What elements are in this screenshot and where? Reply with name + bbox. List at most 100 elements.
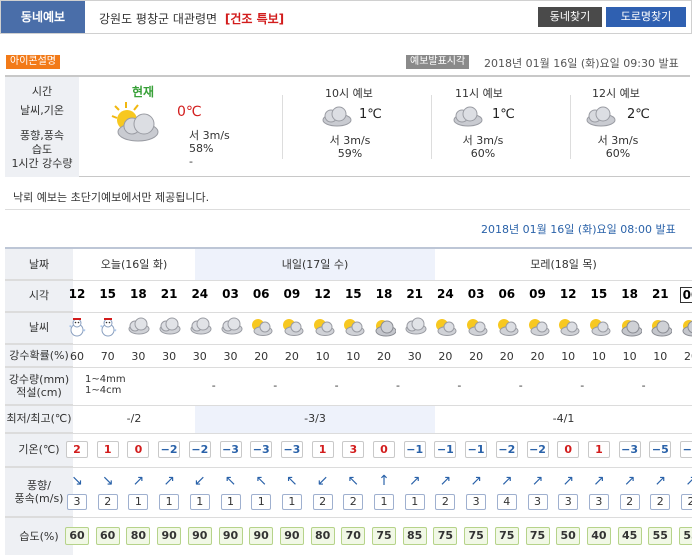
issue-time-label: 예보발표시각 xyxy=(406,55,470,69)
rain-cell: - xyxy=(580,379,585,392)
row-divider xyxy=(5,433,692,434)
rain-cell: - xyxy=(396,379,400,392)
forecast-10-temp: 1℃ xyxy=(359,107,382,122)
current-humidity: 58% xyxy=(189,142,214,155)
current-temp: 0℃ xyxy=(177,104,202,120)
row-label-rain-1: 강수량(mm) xyxy=(8,372,70,386)
snow-icon: * * xyxy=(65,317,89,342)
rain-today: 1~4mm 1~4cm xyxy=(85,374,126,396)
temp-cell: −3 xyxy=(219,441,242,458)
wind-speed-cell: 1 xyxy=(159,494,180,510)
temp-cell: −2 xyxy=(158,441,181,458)
current-panel: 시간 날씨,기온 풍향,풍속 습도 1시간 강수량 현재 0℃ 서 3m/s 5… xyxy=(5,75,690,177)
time-cell: 06 xyxy=(252,287,270,301)
humidity-cell: 60 xyxy=(95,527,120,545)
pop-cell: 10 xyxy=(561,350,576,363)
temp-cell: −1 xyxy=(465,441,488,458)
temp-cell: −1 xyxy=(403,441,426,458)
row-label-weather: 날씨 xyxy=(5,312,73,344)
rain-cell: - xyxy=(457,379,462,392)
humidity-cell: 50 xyxy=(556,527,581,545)
wind-speed-cell: 1 xyxy=(220,494,241,510)
lightning-note: 낙뢰 예보는 초단기예보에서만 제공됩니다. xyxy=(13,191,210,204)
temp-cell: −3 xyxy=(250,441,273,458)
temp-cell: 0 xyxy=(557,441,580,458)
rain-cell: - xyxy=(334,379,339,392)
time-cell: 09 xyxy=(529,287,546,301)
minmax-after: -4/1 xyxy=(552,412,575,425)
pop-cell: 20 xyxy=(438,350,453,363)
time-cell: 24 xyxy=(191,287,209,301)
current-details: 서 3m/s 58% - xyxy=(189,129,230,168)
forecast-10-details: 서 3m/s 59% xyxy=(320,134,380,160)
current-rain: - xyxy=(189,155,193,168)
minmax-today: -/2 xyxy=(126,412,142,425)
wind-arrow-icon: ↖ xyxy=(347,473,360,489)
wind-arrow-icon: ↗ xyxy=(562,473,575,489)
humidity-cell: 75 xyxy=(494,527,519,545)
humidity-cell: 70 xyxy=(341,527,366,545)
wind-speed-cell: 2 xyxy=(619,494,640,510)
row-label-date: 날짜 xyxy=(5,249,73,280)
temp-cell: −2 xyxy=(526,441,549,458)
temp-cell: −3 xyxy=(618,441,641,458)
humidity-cell: 40 xyxy=(586,527,611,545)
wind-speed-cell: 1 xyxy=(251,494,272,510)
label-rain-1h: 1시간 강수량 xyxy=(11,157,73,170)
mostly-cloudy-icon xyxy=(526,317,550,340)
humidity-cell: 75 xyxy=(433,527,458,545)
mostly-cloudy-icon xyxy=(433,317,457,340)
separator xyxy=(431,95,432,159)
wind-speed-cell: 1 xyxy=(189,494,210,510)
time-cell: 18 xyxy=(375,287,393,301)
wind-speed-cell: 2 xyxy=(312,494,333,510)
pop-cell: 20 xyxy=(284,350,299,363)
row-divider xyxy=(5,344,692,345)
humidity-cell: 90 xyxy=(249,527,274,545)
time-cell: 15 xyxy=(344,287,362,301)
temp-cell: 3 xyxy=(342,441,365,458)
pop-cell: 30 xyxy=(223,350,238,363)
cloudy-icon xyxy=(188,317,212,338)
icon-legend-button[interactable]: 아이콘설명 xyxy=(6,55,60,69)
pop-cell: 10 xyxy=(591,350,606,363)
pop-cell: 10 xyxy=(346,350,361,363)
pop-cell: 20 xyxy=(254,350,269,363)
label-humidity: 습도 xyxy=(31,143,53,156)
wind-speed-cell: 2 xyxy=(650,494,671,510)
row-divider xyxy=(5,280,692,281)
mostly-cloudy-icon xyxy=(587,317,611,340)
time-cell: 18 xyxy=(130,287,147,301)
wind-arrow-icon: ↗ xyxy=(439,473,452,489)
row-divider xyxy=(5,517,692,518)
pop-cell: 10 xyxy=(653,350,668,363)
forecast-11-humidity: 60% xyxy=(470,147,496,160)
label-weather: 날씨,기온 xyxy=(20,104,64,117)
pop-cell: 20 xyxy=(530,350,545,363)
warning-badge[interactable]: [건조 특보] xyxy=(225,12,284,26)
row-label-wind: 풍향/ 풍속(m/s) xyxy=(5,467,73,517)
row-divider xyxy=(5,467,692,468)
snow-amount-today: 1~4cm xyxy=(85,385,122,396)
temp-cell: −5 xyxy=(649,441,672,458)
svg-text:*: * xyxy=(83,329,86,335)
temp-cell: −3 xyxy=(280,441,303,458)
forecast-12-humidity: 60% xyxy=(605,147,631,160)
temp-cell: −1 xyxy=(434,441,457,458)
cloudy-icon xyxy=(583,105,617,130)
temp-cell: 0 xyxy=(373,441,395,458)
temp-cell: −2 xyxy=(495,441,518,458)
find-town-button[interactable]: 동네찾기 xyxy=(538,7,602,27)
overcast-icon xyxy=(372,317,397,340)
find-road-button[interactable]: 도로명찾기 xyxy=(606,7,686,27)
wind-arrow-icon: ↙ xyxy=(316,473,329,489)
row-label-temp: 기온(℃) xyxy=(5,433,73,467)
forecast-11-details: 서 3m/s 60% xyxy=(453,134,513,160)
current-title: 현재 xyxy=(131,85,155,99)
wind-speed-cell: 3 xyxy=(527,494,548,510)
cloudy-icon xyxy=(319,105,353,130)
temp-cell: 1 xyxy=(311,441,334,458)
temp-cell: −2 xyxy=(188,441,211,458)
overcast-icon xyxy=(648,317,673,340)
separator xyxy=(570,95,571,159)
